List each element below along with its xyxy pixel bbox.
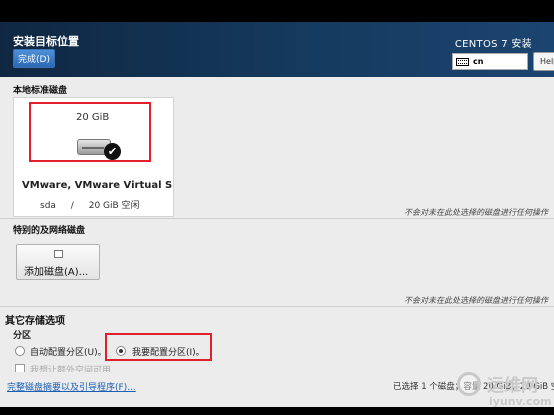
specialized-disks-hint: 不会对未在此处选择的磁盘进行任何操作 <box>404 296 548 305</box>
partition-heading: 分区 <box>13 331 32 341</box>
disk-free: 20 GiB 空闲 <box>88 201 140 211</box>
keyboard-layout-label: cn <box>473 57 484 66</box>
divider <box>0 306 554 307</box>
auto-partition-radio[interactable] <box>15 346 25 356</box>
local-disks-hint: 不会对未在此处选择的磁盘进行任何操作 <box>404 208 548 217</box>
watermark-logo: 运维网 iyunv.com <box>455 368 554 413</box>
disk-device: sda <box>40 201 56 211</box>
highlight-disk-box <box>29 102 151 162</box>
main-content: 本地标准磁盘 20 GiB ✔ VMware, VMware Virtual S… <box>0 77 554 407</box>
keyboard-icon <box>456 57 469 66</box>
help-button[interactable]: Help <box>533 52 554 71</box>
product-title: CENTOS 7 安装 <box>454 39 532 50</box>
disk-small-icon <box>54 250 63 258</box>
top-black-bar <box>0 0 554 22</box>
watermark-url: iyunv.com <box>489 395 552 408</box>
highlight-manual-partition-box <box>105 333 212 361</box>
page-title: 安装目标位置 <box>13 35 79 48</box>
header-bar: 安装目标位置 完成(D) CENTOS 7 安装 cn Help <box>0 22 554 77</box>
add-disk-button[interactable]: 添加磁盘(A)... <box>16 244 100 280</box>
done-button[interactable]: 完成(D) <box>13 49 55 68</box>
disk-detail: sda / 20 GiB 空闲 <box>40 198 152 211</box>
keyboard-layout-indicator[interactable]: cn <box>452 53 528 70</box>
watermark-icon <box>457 372 481 396</box>
local-disks-heading: 本地标准磁盘 <box>13 86 68 96</box>
other-storage-heading: 其它存储选项 <box>5 316 65 327</box>
disk-separator: / <box>70 201 74 211</box>
full-disk-summary-link[interactable]: 完整磁盘摘要以及引导程序(F)... <box>7 380 136 393</box>
divider <box>0 218 554 219</box>
specialized-disks-heading: 特别的及网络磁盘 <box>13 226 86 236</box>
auto-partition-label[interactable]: 自动配置分区(U)。 <box>30 345 107 358</box>
add-disk-label: 添加磁盘(A)... <box>24 267 89 278</box>
watermark-text: 运维网 <box>487 376 538 396</box>
disk-name: VMware, VMware Virtual S <box>22 180 173 191</box>
